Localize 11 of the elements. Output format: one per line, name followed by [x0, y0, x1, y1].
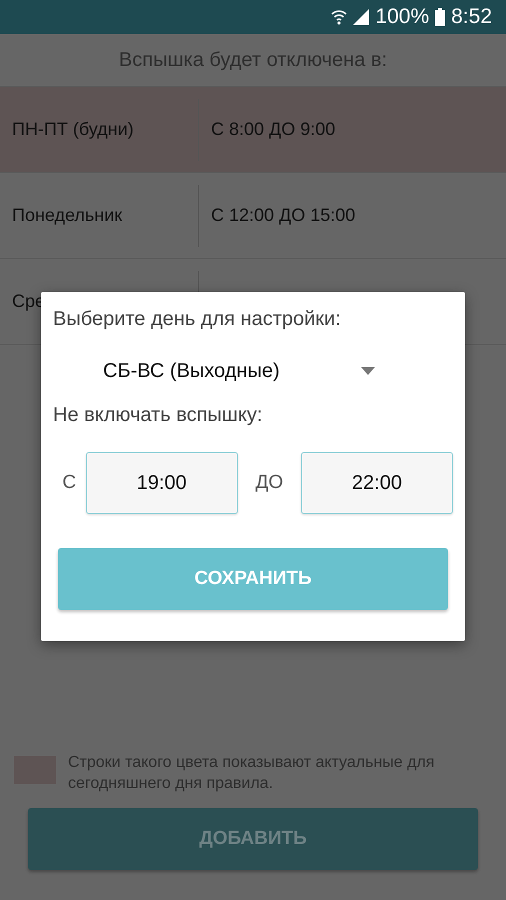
from-label: С [61, 472, 78, 494]
clock: 8:52 [451, 5, 492, 29]
day-cell-text: Понедельник [11, 205, 124, 226]
to-label: ДО [254, 472, 284, 494]
day-cell-text: ПН-ПТ (будни) [11, 119, 135, 140]
time-cell-text: С 12:00 ДО 15:00 [210, 205, 356, 226]
legend-text: Строки такого цвета показывают актуальные для сегодняшнего дня правила. [68, 753, 436, 794]
time-cell-text: С 8:00 ДО 9:00 [210, 119, 336, 140]
battery-percentage: 100% [375, 5, 430, 29]
dialog-title: Выберите день для настройки: [53, 308, 342, 332]
dialog-subtitle: Не включать вспышку: [53, 404, 264, 428]
